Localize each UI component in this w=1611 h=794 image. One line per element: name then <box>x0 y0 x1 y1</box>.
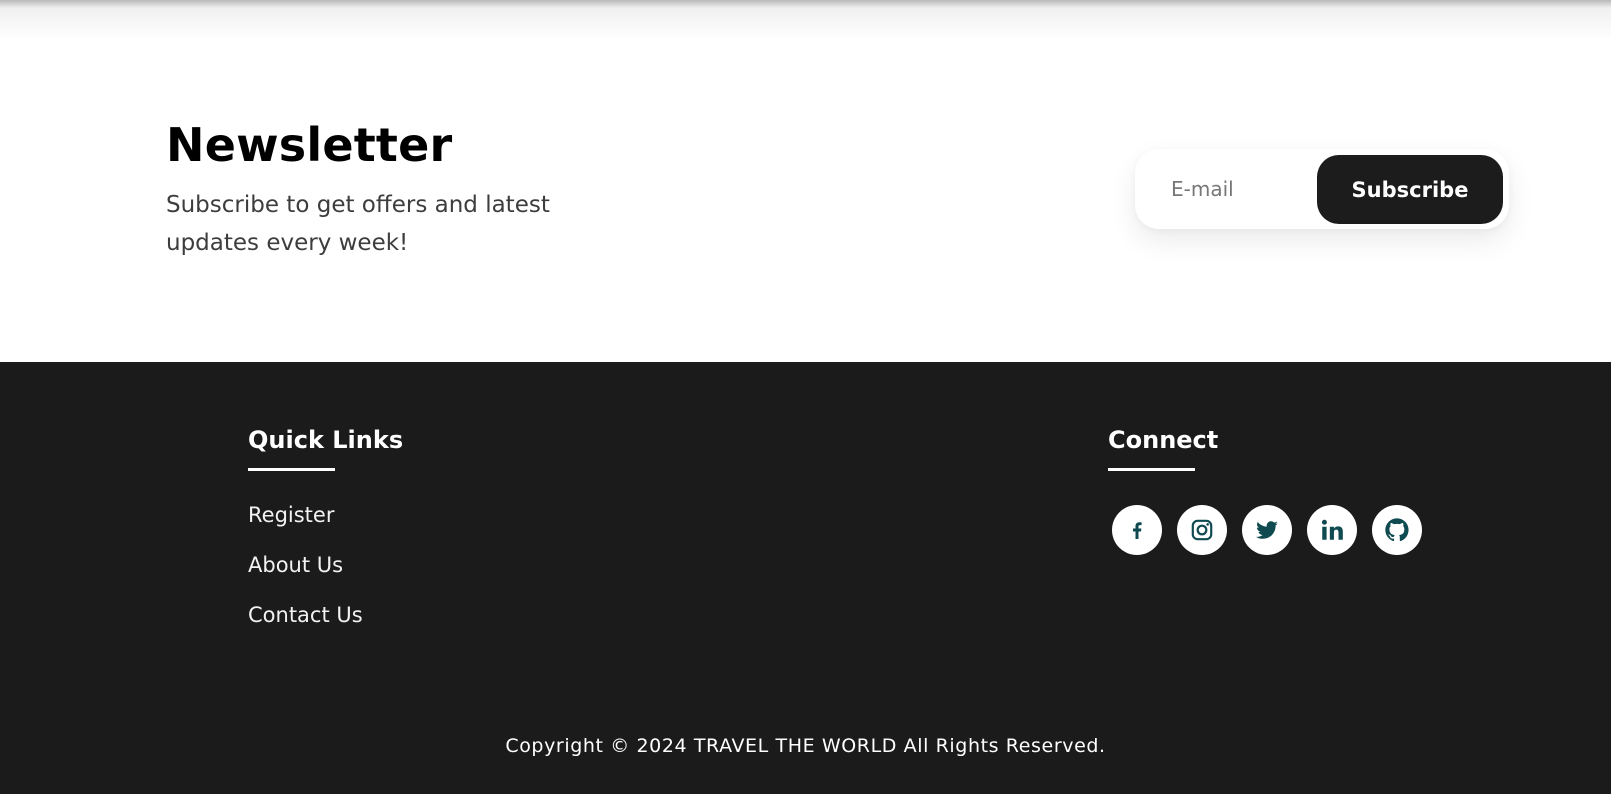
quick-links-list: Register About Us Contact Us <box>248 500 363 650</box>
quick-link-item: Register <box>248 500 363 550</box>
github-link[interactable] <box>1372 505 1422 555</box>
register-link[interactable]: Register <box>248 503 334 527</box>
facebook-icon <box>1133 522 1142 539</box>
quick-link-item: About Us <box>248 550 363 600</box>
twitter-link[interactable] <box>1242 505 1292 555</box>
contact-us-link[interactable]: Contact Us <box>248 603 363 627</box>
newsletter-subtitle: Subscribe to get offers and latest updat… <box>166 192 550 256</box>
email-input[interactable] <box>1171 169 1311 209</box>
quick-links-underline <box>248 468 335 471</box>
header-shadow <box>0 0 1611 40</box>
connect-underline <box>1108 468 1195 471</box>
github-icon <box>1385 518 1409 542</box>
subscribe-button[interactable]: Subscribe <box>1317 155 1503 224</box>
newsletter-section: Newsletter Subscribe to get offers and l… <box>0 0 1611 362</box>
social-links <box>1112 505 1422 555</box>
about-us-link[interactable]: About Us <box>248 553 343 577</box>
facebook-link[interactable] <box>1112 505 1162 555</box>
quick-links-title: Quick Links <box>248 426 404 454</box>
linkedin-icon <box>1321 519 1343 540</box>
twitter-icon <box>1256 521 1278 539</box>
newsletter-title: Newsletter <box>166 118 453 172</box>
quick-link-item: Contact Us <box>248 600 363 650</box>
instagram-icon <box>1191 519 1213 541</box>
subscribe-form: Subscribe <box>1135 149 1509 229</box>
connect-title: Connect <box>1108 426 1219 454</box>
linkedin-link[interactable] <box>1307 505 1357 555</box>
instagram-link[interactable] <box>1177 505 1227 555</box>
copyright-text: Copyright © 2024 TRAVEL THE WORLD All Ri… <box>505 735 1106 757</box>
footer: Quick Links Register About Us Contact Us… <box>0 362 1611 794</box>
